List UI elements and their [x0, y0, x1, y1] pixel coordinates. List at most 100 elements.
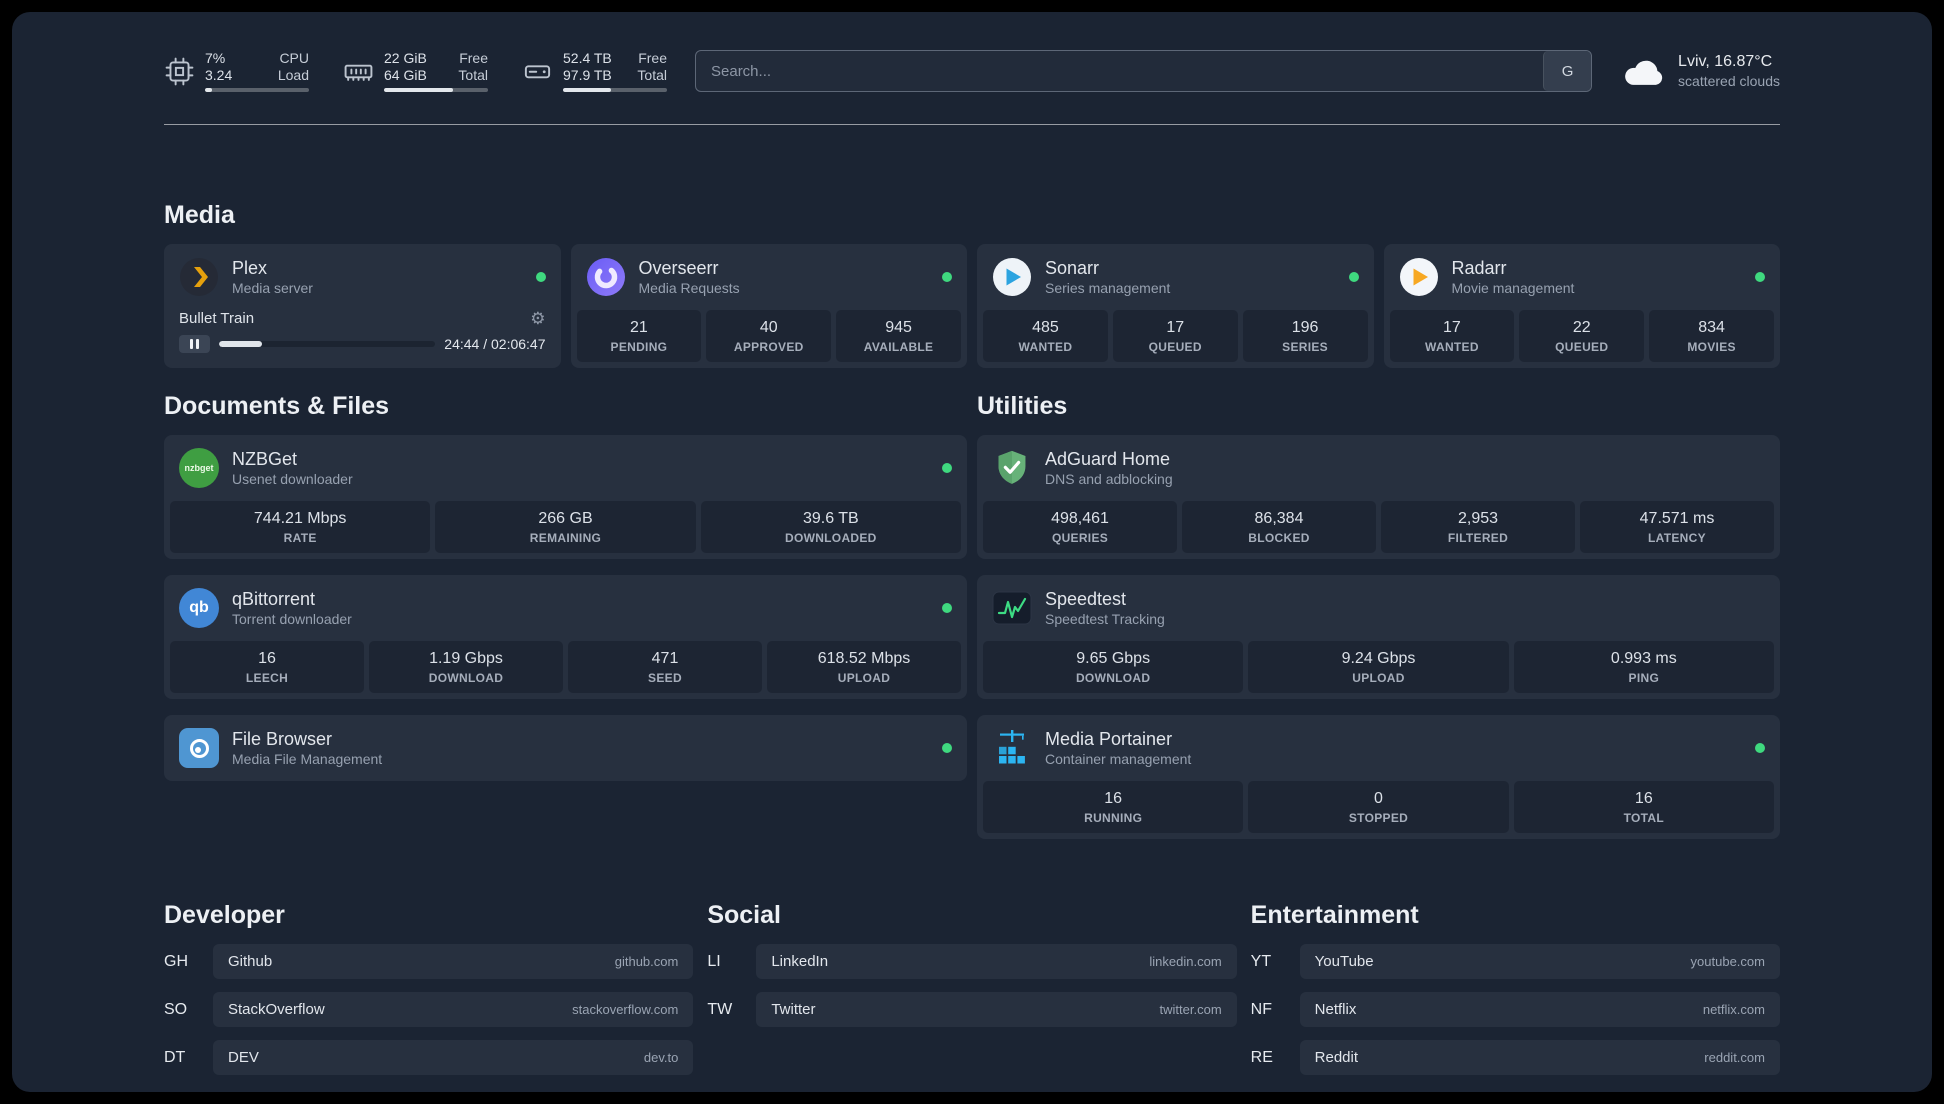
radarr-link[interactable]: Radarr Movie management — [1390, 250, 1775, 304]
memory-progressbar — [384, 88, 488, 92]
plex-now-playing: Bullet Train ⚙ 24:44 / 02:06:47 — [170, 310, 555, 357]
service-desc: Usenet downloader — [232, 471, 353, 487]
bookmark-abbr: DT — [164, 1048, 186, 1066]
bookmark-github[interactable]: GH Github github.com — [164, 944, 694, 979]
stat-tile: 17 QUEUED — [1112, 310, 1238, 362]
speedtest-graph-icon — [992, 588, 1032, 628]
pause-button[interactable] — [179, 335, 210, 353]
bookmark-stackoverflow[interactable]: SO StackOverflow stackoverflow.com — [164, 992, 694, 1027]
overseerr-card: Overseerr Media Requests 21 PENDING 40 APP… — [570, 244, 967, 368]
stat-tile: 22 QUEUED — [1519, 310, 1645, 362]
status-dot — [942, 463, 952, 473]
disk-widget: 52.4 TB Free 97.9 TB Total — [522, 50, 667, 92]
stat-tile: 196 SERIES — [1242, 310, 1368, 362]
service-name: Radarr — [1451, 258, 1507, 278]
memory-total-label: Total — [458, 67, 488, 83]
weather-widget: Lviv, 16.87°C scattered clouds — [1620, 52, 1780, 90]
bookmark-dev[interactable]: DT DEV dev.to — [164, 1040, 694, 1075]
service-name: Plex — [232, 258, 268, 278]
stat-tile: 2,953 FILTERED — [1381, 501, 1575, 553]
service-desc: Speedtest Tracking — [1045, 611, 1165, 627]
service-name: File Browser — [232, 729, 333, 749]
bookmark-group-entertainment: Entertainment YT YouTube youtube.com NF N… — [1251, 901, 1780, 1075]
player-settings-gear-icon[interactable]: ⚙ — [530, 310, 545, 327]
now-playing-title: Bullet Train — [179, 310, 255, 327]
status-dot — [1755, 743, 1765, 753]
stat-tile: 47.571 ms LATENCY — [1580, 501, 1774, 553]
disk-icon — [522, 56, 553, 87]
service-desc: Torrent downloader — [232, 611, 352, 627]
portainer-card: Media Portainer Container management 16 R… — [977, 715, 1780, 839]
stat-tile: 471 SEED — [568, 641, 762, 693]
section-utilities: Utilities AdGuard Home DNS and adblockin… — [977, 392, 1780, 839]
stat-tile: 0 STOPPED — [1248, 781, 1509, 833]
status-dot — [1348, 272, 1359, 282]
bookmark-youtube[interactable]: YT YouTube youtube.com — [1251, 944, 1780, 979]
bookmark-linkedin[interactable]: LI LinkedIn linkedin.com — [707, 944, 1237, 979]
stat-tile: 744.21 Mbps RATE — [170, 501, 431, 553]
plex-card: Plex Media server Bullet Train ⚙ 24:44 /… — [164, 244, 561, 368]
stat-tile: 16 TOTAL — [1513, 781, 1774, 833]
nzbget-link[interactable]: nzbget NZBGet Usenet downloader — [170, 441, 961, 495]
topbar: 7% CPU 3.24 Load 22 GiB Free 64 GiB Total — [164, 50, 1780, 92]
bookmark-netflix[interactable]: NF Netflix netflix.com — [1251, 992, 1780, 1027]
service-name: Speedtest — [1045, 589, 1127, 609]
service-name: AdGuard Home — [1045, 449, 1171, 469]
nzbget-card: nzbget NZBGet Usenet downloader 744.21 M… — [164, 435, 967, 559]
stat-tile: 485 WANTED — [983, 310, 1108, 362]
section-title-entertainment: Entertainment — [1250, 901, 1419, 929]
qbittorrent-link[interactable]: qb qBittorrent Torrent downloader — [170, 581, 961, 635]
stat-tile: 834 MOVIES — [1649, 310, 1774, 362]
bookmark-reddit[interactable]: RE Reddit reddit.com — [1251, 1040, 1780, 1075]
stat-tile: 16 RUNNING — [983, 781, 1244, 833]
disk-total: 97.9 TB — [563, 67, 612, 83]
radarr-icon — [1399, 257, 1439, 297]
bookmark-twitter[interactable]: TW Twitter twitter.com — [707, 992, 1237, 1027]
sonarr-link[interactable]: Sonarr Series management — [983, 250, 1368, 304]
portainer-crane-icon — [992, 728, 1032, 768]
qbittorrent-card: qb qBittorrent Torrent downloader 16 LEEC… — [164, 575, 967, 699]
weather-location: Lviv, 16.87°C — [1678, 53, 1773, 70]
search-provider-button[interactable]: G — [1543, 51, 1592, 91]
section-title-social: Social — [707, 901, 781, 929]
stat-tile: 40 APPROVED — [706, 310, 832, 362]
status-dot — [942, 603, 952, 613]
nzbget-icon: nzbget — [179, 448, 219, 488]
adguard-link[interactable]: AdGuard Home DNS and adblocking — [983, 441, 1774, 495]
bookmark-group-developer: Developer GH Github github.com SO StackOv… — [164, 901, 694, 1075]
memory-widget: 22 GiB Free 64 GiB Total — [343, 50, 488, 92]
service-desc: Movie management — [1451, 280, 1575, 296]
service-desc: Series management — [1045, 280, 1171, 296]
section-title-developer: Developer — [164, 901, 285, 929]
dashboard: 7% CPU 3.24 Load 22 GiB Free 64 GiB Total — [12, 12, 1932, 1092]
cloud-icon — [1620, 53, 1666, 89]
service-desc: DNS and adblocking — [1045, 471, 1173, 487]
bookmarks: Developer GH Github github.com SO StackOv… — [164, 901, 1780, 1075]
stat-tile: 16 LEECH — [170, 641, 364, 693]
section-documents: Documents & Files nzbget NZBGet Usenet d… — [164, 392, 967, 839]
status-dot — [1755, 272, 1765, 282]
cpu-icon — [164, 56, 195, 87]
section-media: Media Plex Media server Bullet Train ⚙ 2… — [164, 201, 1780, 368]
status-dot — [535, 272, 546, 282]
service-name: Media Portainer — [1045, 729, 1173, 749]
resource-widgets: 7% CPU 3.24 Load 22 GiB Free 64 GiB Total — [164, 50, 667, 92]
adguard-shield-icon — [992, 448, 1032, 488]
stat-tile: 39.6 TB DOWNLOADED — [700, 501, 961, 553]
playback-time: 24:44 / 02:06:47 — [444, 336, 546, 352]
speedtest-link[interactable]: Speedtest Speedtest Tracking — [983, 581, 1774, 635]
service-name: Overseerr — [638, 258, 719, 278]
stat-tile: 17 WANTED — [1389, 310, 1515, 362]
filebrowser-icon — [179, 728, 219, 768]
memory-free: 22 GiB — [384, 50, 427, 66]
disk-free: 52.4 TB — [563, 50, 612, 66]
portainer-link[interactable]: Media Portainer Container management — [983, 721, 1774, 775]
weather-condition: scattered clouds — [1678, 73, 1780, 89]
disk-free-label: Free — [638, 50, 667, 66]
filebrowser-link[interactable]: File Browser Media File Management — [170, 721, 961, 775]
search-input[interactable] — [696, 51, 1544, 91]
plex-link[interactable]: Plex Media server — [170, 250, 555, 304]
sonarr-icon — [992, 257, 1032, 297]
overseerr-link[interactable]: Overseerr Media Requests — [577, 250, 962, 304]
plex-icon — [179, 257, 219, 297]
